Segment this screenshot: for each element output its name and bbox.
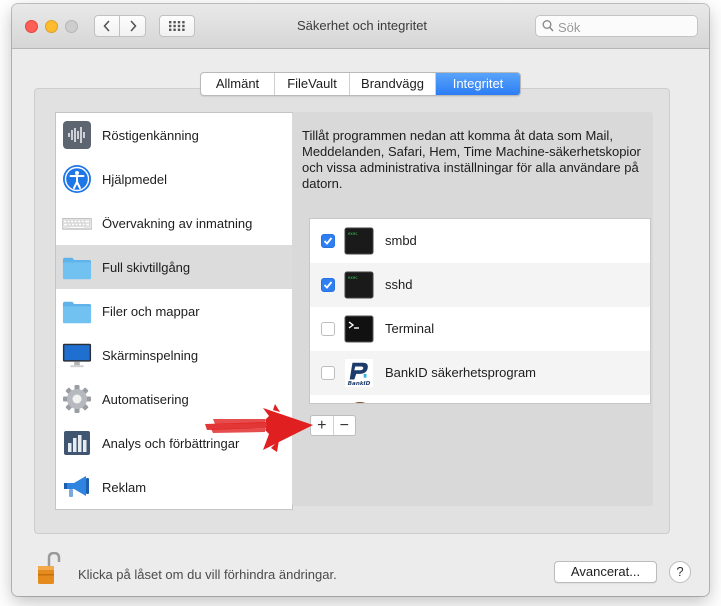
sidebar-item-label: Reklam — [102, 479, 147, 495]
sidebar-item-advertising[interactable]: Reklam — [56, 465, 292, 509]
analytics-icon — [64, 431, 90, 455]
megaphone-icon — [64, 476, 89, 497]
bankid-icon: BankID — [345, 359, 373, 387]
sidebar-item-label: Skärminspelning — [102, 347, 199, 363]
sidebar-item-label: Övervakning av inmatning — [102, 215, 253, 231]
app-row-partial — [310, 395, 650, 403]
red-arrow-annotation — [205, 404, 313, 452]
app-row-bankid[interactable]: BankID BankID säkerhetsprogram — [310, 351, 650, 395]
sidebar-item-full-disk-access[interactable]: Full skivtillgång — [56, 245, 292, 289]
app-checkbox-bankid[interactable] — [321, 366, 335, 380]
sidebar-item-label: Full skivtillgång — [102, 259, 191, 275]
sidebar-item-accessibility[interactable]: Hjälpmedel — [56, 157, 292, 201]
search-icon — [542, 20, 554, 32]
app-row-smbd[interactable]: exec smbd — [310, 219, 650, 263]
app-label: BankID säkerhetsprogram — [385, 365, 537, 380]
app-icon-partial — [354, 402, 366, 403]
tab-privacy[interactable]: Integritet — [436, 73, 520, 95]
sidebar-item-speech-recognition[interactable]: Röstigenkänning — [56, 113, 292, 157]
app-label: Terminal — [385, 321, 435, 336]
title-bar: Säkerhet och integritet — [12, 4, 709, 49]
sidebar-item-label: Automatisering — [102, 391, 189, 407]
lock-icon[interactable] — [37, 552, 61, 586]
terminal-icon — [344, 315, 374, 343]
app-label: sshd — [385, 277, 413, 292]
search-field[interactable] — [535, 15, 698, 37]
remove-app-button[interactable]: − — [334, 416, 356, 435]
sidebar-item-input-monitoring[interactable]: Övervakning av inmatning — [56, 201, 292, 245]
advanced-button[interactable]: Avancerat... — [554, 561, 657, 583]
app-checkbox-terminal[interactable] — [321, 322, 335, 336]
checkmark-icon — [323, 237, 333, 245]
exec-icon: exec — [344, 271, 374, 299]
exec-icon: exec — [344, 227, 374, 255]
gear-icon — [63, 385, 91, 413]
sidebar-item-files-and-folders[interactable]: Filer och mappar — [56, 289, 292, 333]
lock-instruction: Klicka på låset om du vill förhindra änd… — [78, 567, 337, 582]
help-button[interactable]: ? — [669, 561, 691, 583]
svg-text:exec: exec — [348, 275, 358, 280]
sidebar-item-screen-recording[interactable]: Skärminspelning — [56, 333, 292, 377]
tab-bar: Allmänt FileVault Brandvägg Integritet — [200, 72, 521, 96]
checkmark-icon — [323, 281, 333, 289]
back-forward-group — [94, 15, 146, 37]
minimize-window-button[interactable] — [45, 20, 58, 33]
close-window-button[interactable] — [25, 20, 38, 33]
search-input[interactable] — [556, 17, 695, 37]
chevron-right-icon — [129, 20, 137, 32]
voice-waveform-icon — [63, 121, 91, 149]
folder-icon — [62, 257, 92, 280]
accessibility-icon — [63, 165, 91, 193]
tab-filevault[interactable]: FileVault — [275, 73, 350, 95]
sidebar-item-label: Röstigenkänning — [102, 127, 199, 143]
show-all-button[interactable] — [159, 15, 195, 37]
display-icon — [62, 343, 92, 368]
tab-firewall[interactable]: Brandvägg — [350, 73, 436, 95]
app-list: exec smbd exec sshd Terminal BankID Bank — [309, 218, 651, 404]
keyboard-icon — [62, 218, 92, 230]
app-row-sshd[interactable]: exec sshd — [310, 263, 650, 307]
forward-button[interactable] — [120, 15, 146, 37]
app-checkbox-smbd[interactable] — [321, 234, 335, 248]
add-remove-control: + − — [310, 415, 356, 436]
chevron-left-icon — [103, 20, 110, 32]
sidebar-item-label: Hjälpmedel — [102, 171, 168, 187]
svg-text:BankID: BankID — [348, 381, 371, 387]
privacy-description: Tillåt programmen nedan att komma åt dat… — [302, 128, 641, 191]
svg-text:exec: exec — [348, 231, 358, 236]
grid-icon — [169, 21, 185, 31]
zoom-window-button[interactable] — [65, 20, 78, 33]
tab-general[interactable]: Allmänt — [201, 73, 275, 95]
sidebar-item-label: Filer och mappar — [102, 303, 200, 319]
app-checkbox-sshd[interactable] — [321, 278, 335, 292]
app-label: smbd — [385, 233, 417, 248]
window-title: Säkerhet och integritet — [296, 18, 428, 33]
folder-icon — [62, 301, 92, 324]
app-row-terminal[interactable]: Terminal — [310, 307, 650, 351]
back-button[interactable] — [94, 15, 120, 37]
